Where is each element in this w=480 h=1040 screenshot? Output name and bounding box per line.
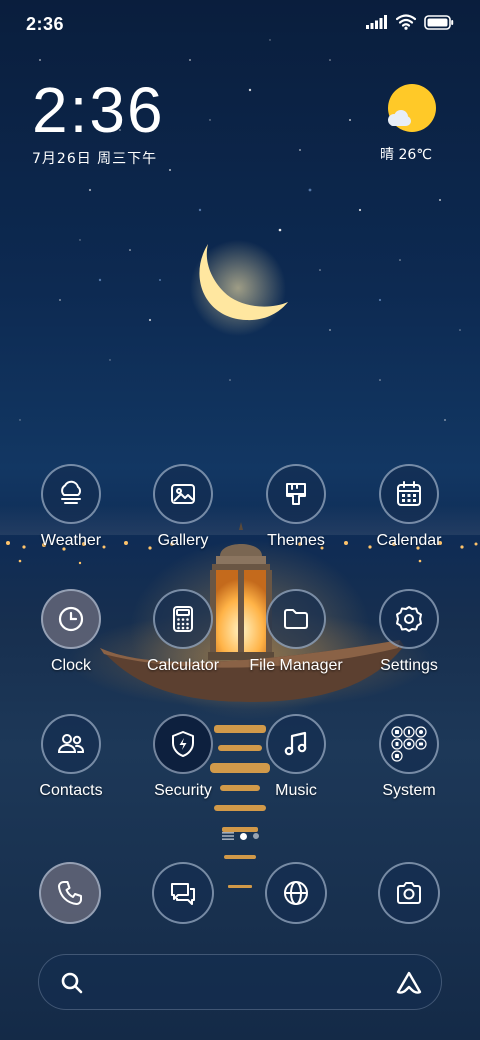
page-indicator[interactable] [200,830,280,842]
clock-widget[interactable]: 2:36 7月26日 周三下午 [32,78,165,168]
app-label: Calculator [146,657,220,674]
app-music[interactable]: Music [241,714,351,800]
clock-icon [41,589,101,649]
app-file-manager[interactable]: File Manager [241,589,351,675]
home-screen: 2:36 2:36 7月26日 周三下午 晴 26℃ Weather Galle… [0,0,480,1040]
gallery-icon [153,464,213,524]
widget-date: 7月26日 周三下午 [32,151,158,167]
sunny-partly-cloudy-icon [384,82,438,136]
app-label: Contacts [39,782,103,799]
dock-messages-button[interactable] [152,862,214,924]
messages-icon [171,883,195,905]
app-label: Music [275,782,317,799]
search-icon[interactable] [59,970,85,996]
dock-phone-button[interactable] [39,862,101,924]
page-dot[interactable] [252,833,259,839]
folder-icon [266,589,326,649]
app-calendar[interactable]: Calendar [354,464,464,550]
signal-icon [366,15,387,29]
folder-grid-icon [379,714,439,774]
dock-browser-button[interactable] [265,862,327,924]
app-contacts[interactable]: Contacts [16,714,126,800]
app-themes[interactable]: Themes [241,464,351,550]
page-dot-active[interactable] [239,832,247,840]
app-label: Security [154,782,212,799]
weather-icon [41,464,101,524]
shield-bolt-icon [153,714,213,774]
menu-lines-icon [221,832,234,840]
contacts-icon [41,714,101,774]
app-label: System [382,782,436,799]
weather-condition-temp: 晴 26℃ [380,147,432,163]
battery-icon [424,14,454,30]
phone-icon [58,881,82,905]
app-settings[interactable]: Settings [354,589,464,675]
app-label: Themes [267,532,325,549]
gear-icon [379,589,439,649]
widget-time: 2:36 [32,74,165,146]
status-icons [366,14,454,30]
status-time: 2:36 [26,14,65,34]
app-label: Calendar [376,532,442,549]
app-calculator[interactable]: Calculator [128,589,238,675]
browser-globe-icon [284,881,308,905]
app-gallery[interactable]: Gallery [128,464,238,550]
app-label: Settings [380,657,438,674]
music-note-icon [266,714,326,774]
app-label: Weather [40,532,102,549]
weather-widget[interactable]: 晴 26℃ [376,82,446,164]
crescent-moon-image [190,240,288,336]
wifi-icon [396,14,416,30]
status-bar: 2:36 [0,0,480,50]
app-clock[interactable]: Clock [16,589,126,675]
calculator-icon [153,589,213,649]
themes-brush-icon [266,464,326,524]
app-label: Gallery [157,532,209,549]
assistant-icon[interactable] [395,970,423,996]
dock-camera-button[interactable] [378,862,440,924]
calendar-icon [379,464,439,524]
app-folder-system[interactable]: System [354,714,464,800]
app-label: File Manager [249,657,343,674]
app-label: Clock [50,657,91,674]
app-weather[interactable]: Weather [16,464,126,550]
camera-icon [397,882,421,904]
app-security[interactable]: Security [128,714,238,800]
search-bar[interactable] [38,954,442,1010]
